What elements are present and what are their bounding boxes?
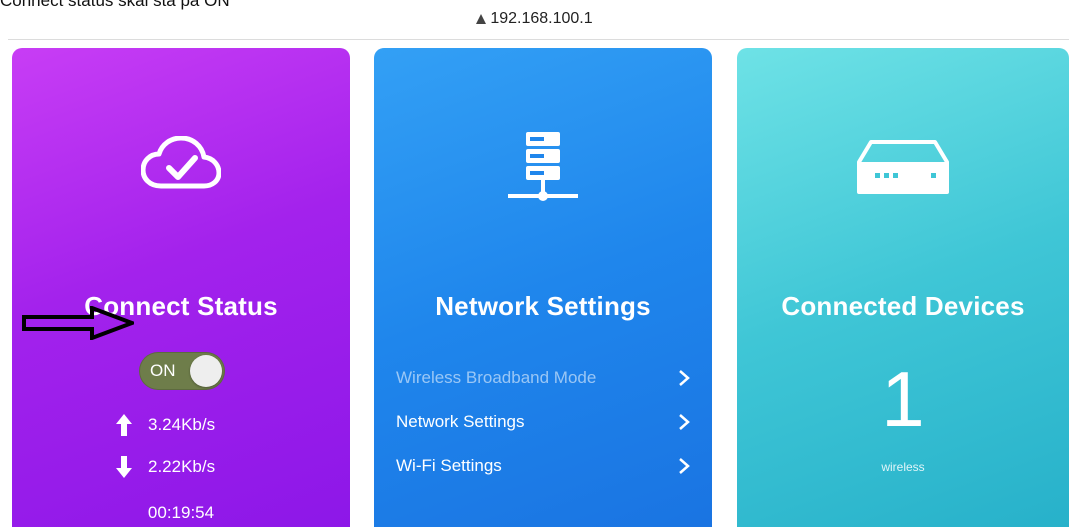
arrow-right-outline-icon <box>22 306 134 340</box>
url-text: 192.168.100.1 <box>490 10 593 27</box>
chevron-right-icon <box>679 370 690 386</box>
download-speed-row: 2.22Kb/s <box>116 456 215 478</box>
network-menu: Wireless Broadband Mode Network Settings… <box>396 356 690 488</box>
server-icon <box>374 130 712 210</box>
toggle-knob <box>190 355 222 387</box>
address-bar[interactable]: 192.168.100.1 <box>0 10 1069 28</box>
device-count: 1 <box>881 355 925 443</box>
router-icon <box>737 140 1069 196</box>
network-settings-card[interactable]: Network Settings Wireless Broadband Mode… <box>374 48 712 527</box>
connected-devices-card[interactable]: Connected Devices 1 wireless <box>737 48 1069 527</box>
connected-time: 00:19:54 <box>147 503 215 522</box>
menu-item-label: Wi-Fi Settings <box>396 456 502 475</box>
connected-devices-title: Connected Devices <box>781 291 1025 321</box>
download-speed: 2.22Kb/s <box>148 457 216 476</box>
menu-item-wireless-broadband-mode[interactable]: Wireless Broadband Mode <box>396 356 690 400</box>
chevron-right-icon <box>679 458 690 474</box>
lock-icon <box>476 14 487 24</box>
toggle-label: ON <box>150 361 176 380</box>
device-type: wireless <box>881 460 925 474</box>
upload-arrow-icon <box>116 414 132 436</box>
connect-toggle[interactable]: ON <box>139 352 225 390</box>
menu-item-label: Network Settings <box>396 412 525 431</box>
network-settings-title: Network Settings <box>435 291 651 321</box>
menu-item-network-settings[interactable]: Network Settings <box>396 400 690 444</box>
upload-speed: 3.24Kb/s <box>148 415 216 434</box>
upload-speed-row: 3.24Kb/s <box>116 414 215 436</box>
chevron-right-icon <box>679 414 690 430</box>
menu-item-label: Wireless Broadband Mode <box>396 368 597 387</box>
header-divider <box>8 39 1069 40</box>
download-arrow-icon <box>116 456 132 478</box>
menu-item-wifi-settings[interactable]: Wi-Fi Settings <box>396 444 690 488</box>
page: Connect status skal stå på ON 192.168.10… <box>0 0 1069 527</box>
cloud-check-icon <box>12 136 350 192</box>
connect-status-card[interactable]: Connect Status ON 3.24Kb/s 2.22Kb/s 00:1… <box>12 48 350 527</box>
